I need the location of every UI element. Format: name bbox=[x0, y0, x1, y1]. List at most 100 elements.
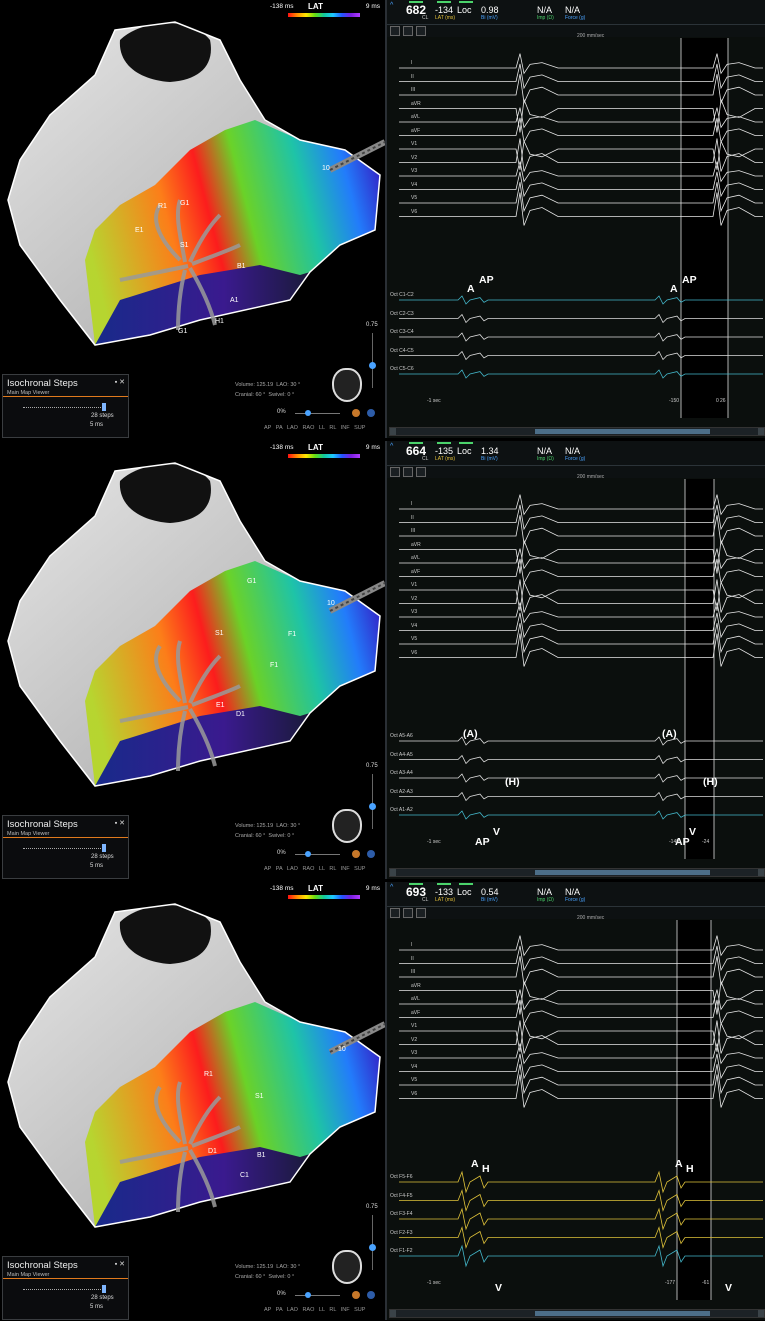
shading-icon[interactable] bbox=[352, 409, 360, 417]
lead-label: V5 bbox=[411, 1077, 418, 1083]
close-icon[interactable]: ▪ ✕ bbox=[115, 378, 125, 386]
isochronal-ms-value: 5 ms bbox=[90, 863, 104, 869]
intracardiac-channel-label: Oct F4-F5 bbox=[390, 1192, 413, 1199]
lead-label: V3 bbox=[411, 609, 418, 615]
heart-map-svg[interactable]: R1 G1 E1 S1 B1 A1 H1 G1 10 bbox=[0, 0, 385, 438]
scroll-right-button[interactable] bbox=[758, 1310, 764, 1317]
timeline-scrollbar[interactable] bbox=[389, 1309, 765, 1318]
lat-min-label: -138 ms bbox=[270, 885, 294, 892]
electrode-label: A1 bbox=[230, 297, 239, 304]
isochronal-ms-value: 5 ms bbox=[90, 1304, 104, 1310]
scroll-thumb[interactable] bbox=[535, 870, 710, 875]
intracardiac-channel-label: Oct C3-C4 bbox=[390, 329, 414, 335]
wave-annotation: V bbox=[689, 826, 697, 838]
ecg-traces[interactable] bbox=[387, 0, 765, 438]
isochronal-slider[interactable] bbox=[23, 848, 105, 850]
time-scale-label: -1 sec bbox=[427, 839, 441, 845]
shading-icon[interactable] bbox=[352, 1291, 360, 1299]
swivel-label: Swivel: bbox=[268, 1274, 286, 1280]
electrode-label: S1 bbox=[180, 242, 189, 249]
opacity-slider-track[interactable] bbox=[372, 333, 373, 388]
electrode-label: S1 bbox=[255, 1093, 264, 1100]
zoom-control[interactable]: 0% bbox=[277, 1291, 377, 1301]
electrode-label: C1 bbox=[240, 1172, 249, 1179]
wave-annotation: (A) bbox=[662, 728, 677, 740]
view-preset-buttons[interactable]: AP PA LAO RAO LL RL INF SUP bbox=[264, 425, 365, 431]
scroll-thumb[interactable] bbox=[535, 1311, 710, 1316]
opacity-slider-track[interactable] bbox=[372, 1215, 373, 1270]
isochronal-slider-knob[interactable] bbox=[102, 1285, 106, 1293]
settings-icon[interactable] bbox=[367, 1291, 375, 1299]
heart-orientation-icon[interactable] bbox=[332, 1250, 362, 1284]
3d-map-viewer[interactable]: R1 S1 B1 C1 D1 10 -138 ms LAT 9 ms 0.75 Isoch… bbox=[0, 882, 385, 1320]
scroll-right-button[interactable] bbox=[758, 428, 764, 435]
ecg-traces[interactable] bbox=[387, 882, 765, 1320]
zoom-slider[interactable] bbox=[295, 854, 340, 855]
timeline-scrollbar[interactable] bbox=[389, 868, 765, 877]
time-scale-label: -1 sec bbox=[427, 1280, 441, 1286]
scroll-left-button[interactable] bbox=[390, 1310, 396, 1317]
isochronal-title: Isochronal Steps bbox=[7, 819, 78, 830]
electrode-label: F1 bbox=[288, 631, 296, 638]
scroll-left-button[interactable] bbox=[390, 869, 396, 876]
opacity-slider-knob[interactable] bbox=[369, 1244, 376, 1251]
lead-label: aVR bbox=[411, 100, 421, 107]
isochronal-slider-knob[interactable] bbox=[102, 403, 106, 411]
swivel-value: 0 ° bbox=[287, 833, 295, 839]
timeline-scrollbar[interactable] bbox=[389, 427, 765, 436]
opacity-slider-knob[interactable] bbox=[369, 803, 376, 810]
scroll-thumb[interactable] bbox=[535, 429, 710, 434]
view-preset-buttons[interactable]: AP PA LAO RAO LL RL INF SUP bbox=[264, 866, 365, 872]
close-icon[interactable]: ▪ ✕ bbox=[115, 1260, 125, 1268]
intracardiac-channel-label: Oct A5-A6 bbox=[390, 733, 413, 739]
ecg-traces[interactable] bbox=[387, 441, 765, 879]
shading-icon[interactable] bbox=[352, 850, 360, 858]
heart-map-svg[interactable]: R1 S1 B1 C1 D1 10 bbox=[0, 882, 385, 1320]
close-icon[interactable]: ▪ ✕ bbox=[115, 819, 125, 827]
view-preset-buttons[interactable]: AP PA LAO RAO LL RL INF SUP bbox=[264, 1307, 365, 1313]
voltage-scale-value: 0.75 bbox=[366, 322, 378, 328]
heart-orientation-icon[interactable] bbox=[332, 809, 362, 843]
electrode-label: R1 bbox=[158, 203, 167, 210]
zoom-slider[interactable] bbox=[295, 413, 340, 414]
3d-map-viewer[interactable]: G1 S1 F1 F1 E1 D1 10 -138 ms LAT 9 ms 0.75 Iso… bbox=[0, 441, 385, 879]
intracardiac-channel-label: Oct F2-F3 bbox=[390, 1229, 413, 1236]
zoom-slider-knob[interactable] bbox=[305, 1292, 311, 1298]
heart-map-svg[interactable]: G1 S1 F1 F1 E1 D1 10 bbox=[0, 441, 385, 879]
zoom-slider[interactable] bbox=[295, 1295, 340, 1296]
zoom-value: 0% bbox=[277, 409, 286, 415]
lead-label: I bbox=[411, 60, 413, 66]
isochronal-title: Isochronal Steps bbox=[7, 378, 78, 389]
isochronal-slider[interactable] bbox=[23, 1289, 105, 1291]
lao-label: LAO: bbox=[276, 823, 289, 829]
settings-icon[interactable] bbox=[367, 850, 375, 858]
lat-color-legend: -138 ms LAT 9 ms bbox=[270, 884, 380, 902]
settings-icon[interactable] bbox=[367, 409, 375, 417]
intracardiac-channel-label: Oct C1-C2 bbox=[390, 292, 414, 298]
zoom-value: 0% bbox=[277, 1291, 286, 1297]
scroll-left-button[interactable] bbox=[390, 428, 396, 435]
intracardiac-channel-label: Oct F5-F6 bbox=[390, 1174, 413, 1180]
lead-label: III bbox=[411, 87, 416, 93]
lat-max-label: 9 ms bbox=[365, 3, 380, 10]
cursor-time-label: -24 bbox=[702, 839, 710, 845]
lao-value: 30 ° bbox=[290, 382, 301, 388]
3d-map-viewer[interactable]: R1 G1 E1 S1 B1 A1 H1 G1 10 -138 ms LAT 9 ms 0.75… bbox=[0, 0, 385, 438]
zoom-control[interactable]: 0% bbox=[277, 850, 377, 860]
opacity-slider-knob[interactable] bbox=[369, 362, 376, 369]
isochronal-slider[interactable] bbox=[23, 407, 105, 409]
zoom-slider-knob[interactable] bbox=[305, 410, 311, 416]
isochronal-slider-knob[interactable] bbox=[102, 844, 106, 852]
electrode-label: E1 bbox=[135, 227, 144, 234]
electrode-label: D1 bbox=[208, 1148, 217, 1155]
lat-title: LAT bbox=[308, 2, 323, 11]
heart-orientation-icon[interactable] bbox=[332, 368, 362, 402]
volume-label: Volume: bbox=[235, 823, 255, 829]
scroll-right-button[interactable] bbox=[758, 869, 764, 876]
volume-value: 125.19 bbox=[256, 1264, 274, 1270]
opacity-slider-track[interactable] bbox=[372, 774, 373, 829]
isochronal-steps-value: 28 steps bbox=[91, 854, 114, 860]
zoom-slider-knob[interactable] bbox=[305, 851, 311, 857]
swivel-value: 0 ° bbox=[287, 392, 295, 398]
zoom-control[interactable]: 0% bbox=[277, 409, 377, 419]
